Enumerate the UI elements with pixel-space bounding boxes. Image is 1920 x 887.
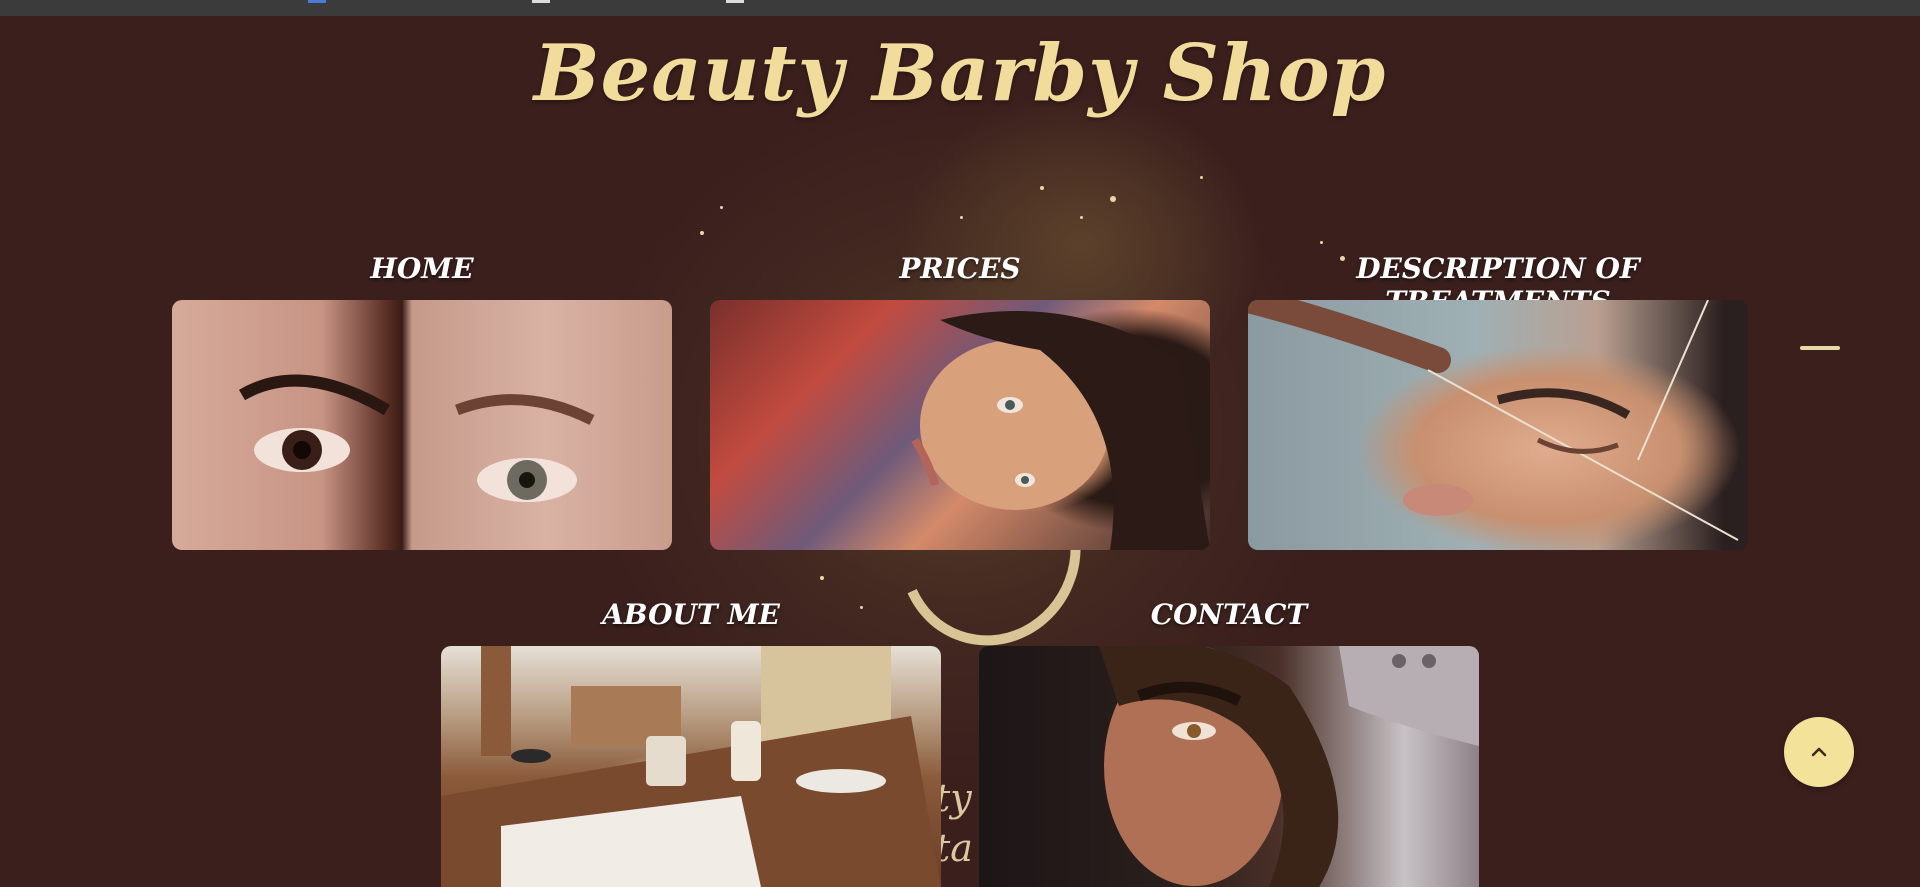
- bar-marker: [308, 0, 326, 3]
- nav-card-title[interactable]: PRICES: [710, 252, 1210, 285]
- page-background: ty ta Beauty Barby Shop HOME PRICES DESC…: [0, 16, 1920, 887]
- contact-illustration: [1099, 646, 1479, 887]
- site-logo[interactable]: Beauty Barby Shop: [0, 28, 1920, 119]
- cafe-table-image[interactable]: [441, 646, 941, 887]
- chevron-up-icon: [1811, 747, 1827, 757]
- bar-marker: [532, 0, 550, 3]
- woman-eyebrow-image[interactable]: [979, 646, 1479, 887]
- woman-portrait-image[interactable]: [710, 300, 1210, 550]
- eyes-closeup-image[interactable]: [172, 300, 672, 550]
- threading-illustration: [1248, 300, 1739, 541]
- scroll-to-top-button[interactable]: [1784, 717, 1854, 787]
- nav-card-title[interactable]: ABOUT ME: [441, 598, 941, 631]
- nav-card-title[interactable]: CONTACT: [979, 598, 1479, 631]
- bar-marker: [726, 0, 744, 3]
- eyes-illustration: [238, 374, 595, 502]
- nav-card-title[interactable]: HOME: [172, 252, 672, 285]
- eyebrow-threading-image[interactable]: [1248, 300, 1748, 550]
- browser-top-bar: [0, 0, 1920, 16]
- cafe-illustration: [441, 646, 941, 887]
- portrait-illustration: [911, 311, 1210, 550]
